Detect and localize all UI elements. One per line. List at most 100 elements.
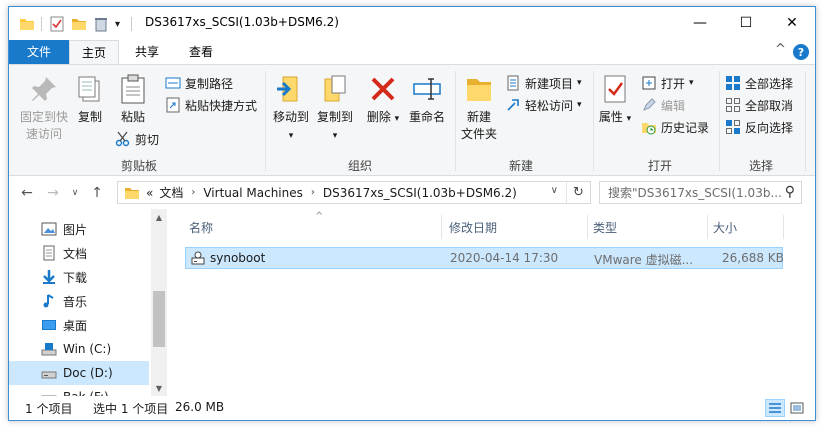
cut-button[interactable]: 剪切 [115,129,159,149]
new-item-button[interactable]: 新建项目 ▾ [505,73,582,93]
address-dropdown-icon[interactable]: ∨ [551,185,558,196]
copy-to-icon [324,75,346,102]
column-separator[interactable] [587,215,588,239]
pin-icon [32,77,56,101]
delete-x-icon [371,77,395,101]
rename-button[interactable]: 重命名 [405,73,449,126]
invert-selection-button[interactable]: 反向选择 [725,117,793,137]
nav-item-downloads[interactable]: 下载 [9,265,149,289]
nav-item-drive-c[interactable]: Win (C:) [9,337,149,361]
paste-shortcut-icon [166,97,180,113]
new-folder-button[interactable]: 新建 文件夹 [457,73,501,143]
qa-separator [131,17,132,31]
paste-button[interactable]: 粘贴 [113,73,153,126]
open-button[interactable]: 打开 ▾ [641,73,694,93]
customize-quick-access-icon[interactable]: ▾ [115,15,120,33]
maximize-button[interactable]: ☐ [723,7,769,38]
column-separator[interactable] [707,215,708,239]
breadcrumb-item[interactable]: 文档 [159,184,183,201]
properties-quick-icon[interactable] [49,15,65,33]
easy-access-button[interactable]: 轻松访问 ▾ [505,95,582,115]
recent-locations-button[interactable]: ∨ [65,184,85,202]
status-bar: 1 个项目 选中 1 个项目 26.0 MB [9,396,815,420]
nav-item-music[interactable]: 音乐 [9,289,149,313]
column-separator[interactable] [441,215,442,239]
tab-home[interactable]: 主页 [69,40,119,64]
nav-item-label: 桌面 [63,318,88,333]
title-bar: ▾ DS3617xs_SCSI(1.03b+DSM6.2) — ☐ ✕ [9,7,815,40]
move-to-label: 移动到 ▾ [271,109,311,145]
breadcrumb-item[interactable]: DS3617xs_SCSI(1.03b+DSM6.2) [323,186,517,200]
large-icons-view-icon [790,402,804,414]
recycle-quick-icon[interactable] [93,15,109,33]
nav-item-label: 文档 [63,246,88,261]
minimize-button[interactable]: — [677,7,723,38]
tab-share[interactable]: 共享 [123,40,171,64]
paste-shortcut-button[interactable]: 粘贴快捷方式 [165,95,257,115]
navigation-bar: ← → ∨ ↑ « 文档 › Virtual Machines › DS3617… [9,177,815,209]
copy-button[interactable]: 复制 [71,73,109,126]
properties-text: 属性 [598,110,623,124]
help-icon[interactable]: ? [793,44,809,60]
paste-shortcut-label: 粘贴快捷方式 [185,98,258,113]
column-header-name[interactable]: 名称 [189,217,213,237]
new-item-dropdown-icon: ▾ [577,78,582,88]
new-folder-quick-icon[interactable] [71,15,87,33]
column-header-modified[interactable]: 修改日期 [449,217,497,237]
column-header-type[interactable]: 类型 [593,217,617,237]
breadcrumb-overflow[interactable]: « [146,186,153,200]
up-button[interactable]: ↑ [87,184,107,202]
documents-icon [43,245,55,261]
easy-access-dropdown-icon: ▾ [577,100,582,110]
easy-access-icon [507,99,519,111]
search-icon[interactable]: ⚲ [785,184,795,200]
scrollbar-thumb[interactable] [153,291,165,347]
new-folder-label-line1: 新建 [466,110,491,124]
nav-item-pictures[interactable]: 图片 [9,217,149,241]
chevron-right-icon[interactable]: › [311,187,315,198]
tab-file[interactable]: 文件 [9,40,69,64]
refresh-icon[interactable]: ↻ [566,182,590,203]
tab-view[interactable]: 查看 [175,40,227,64]
nav-item-documents[interactable]: 文档 [9,241,149,265]
chevron-right-icon[interactable]: › [191,187,195,198]
file-size: 26,688 KB [722,251,784,265]
history-button[interactable]: 历史记录 [641,117,709,137]
breadcrumb-item[interactable]: Virtual Machines [203,186,303,200]
nav-item-label: 音乐 [63,294,88,309]
folder-icon [19,15,35,33]
folder-icon [125,187,139,199]
copy-to-button[interactable]: 复制到 ▾ [313,73,357,145]
details-view-button[interactable] [765,399,785,417]
delete-button[interactable]: 删除 ▾ [365,73,401,128]
nav-item-label: Doc (D:) [63,366,113,380]
close-button[interactable]: ✕ [769,7,815,38]
address-bar[interactable]: « 文档 › Virtual Machines › DS3617xs_SCSI(… [117,181,591,204]
pin-quick-access-button[interactable]: 固定到快 速访问 [15,73,73,143]
nav-pane-scrollbar[interactable]: ▲ ▼ [151,209,167,396]
scissors-icon [115,131,130,147]
back-button[interactable]: ← [17,184,37,202]
search-input[interactable]: 搜索"DS3617xs_SCSI(1.03b... ⚲ [599,181,802,204]
paste-icon [121,74,145,104]
column-header-size[interactable]: 大小 [713,217,737,237]
edit-icon [643,98,656,111]
copy-path-button[interactable]: 复制路径 [165,73,233,93]
scroll-down-arrow[interactable]: ▼ [151,380,167,396]
large-icons-view-button[interactable] [787,399,807,417]
select-all-button[interactable]: 全部选择 [725,73,793,93]
move-to-button[interactable]: 移动到 ▾ [271,73,311,145]
edit-button[interactable]: 编辑 [641,95,685,115]
column-separator[interactable] [783,215,784,239]
scroll-up-arrow[interactable]: ▲ [151,209,167,225]
collapse-ribbon-icon[interactable]: ^ [775,42,786,57]
table-row[interactable]: synoboot 2020-04-14 17:30 VMware 虚拟磁... … [185,247,784,269]
nav-item-label: 图片 [63,222,88,237]
select-none-button[interactable]: 全部取消 [725,95,793,115]
properties-button[interactable]: 属性 ▾ [597,73,633,128]
invert-selection-icon [726,120,740,134]
nav-item-desktop[interactable]: 桌面 [9,313,149,337]
nav-item-drive-d[interactable]: Doc (D:) [9,361,149,385]
vmdk-disk-icon [191,251,205,265]
forward-button[interactable]: → [43,184,63,202]
